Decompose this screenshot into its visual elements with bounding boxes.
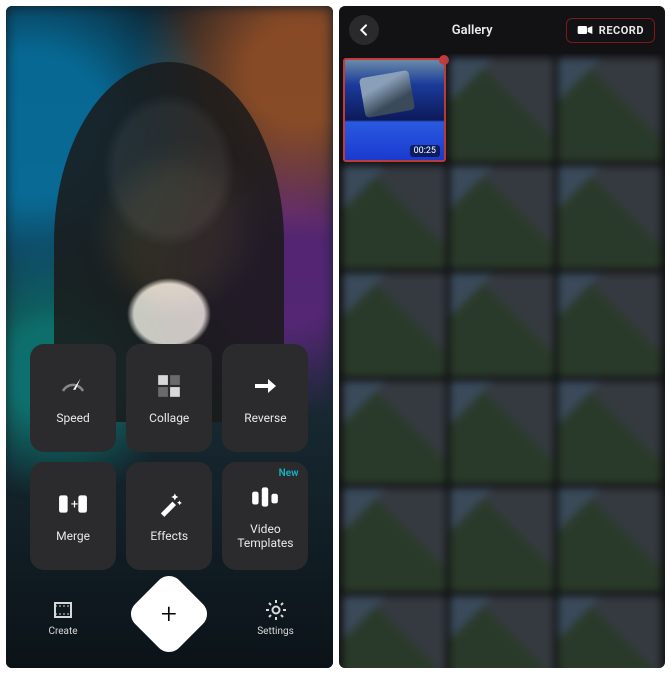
effects-tile[interactable]: Effects [126,462,212,570]
gallery-thumb[interactable] [343,488,447,592]
merge-tile[interactable]: + Merge [30,462,116,570]
speed-tile[interactable]: Speed [30,344,116,452]
add-button[interactable]: + [125,570,213,658]
gallery-thumb-selected[interactable]: 00:25 [343,58,447,162]
gallery-thumb[interactable] [343,273,447,377]
bottom-bar: Create + Settings [6,576,333,668]
bottom-label: Settings [257,626,294,637]
gallery-thumb[interactable] [450,381,554,485]
home-pane: Speed Collage Reverse + Merge [6,6,333,668]
gallery-top-bar: Gallery RECORD [339,6,666,54]
gallery-thumb[interactable] [450,166,554,270]
tile-label: Speed [56,411,89,425]
plus-icon: + [161,600,177,628]
gallery-thumb[interactable] [558,488,662,592]
effects-icon [154,489,184,519]
gallery-thumb[interactable] [558,58,662,162]
merge-icon: + [58,489,88,519]
gallery-thumb[interactable] [450,596,554,669]
speed-icon [58,371,88,401]
gallery-thumb[interactable] [450,273,554,377]
tile-label: Effects [150,529,188,543]
gallery-title: Gallery [379,23,566,38]
settings-button[interactable]: Settings [249,598,303,637]
gallery-grid: 00:25 [339,54,666,668]
feature-tiles: Speed Collage Reverse + Merge [30,344,309,570]
selection-indicator [439,55,449,65]
record-label: RECORD [599,24,644,37]
tile-label: Reverse [244,411,286,425]
gallery-thumb[interactable] [558,596,662,669]
gallery-thumb[interactable] [558,381,662,485]
new-badge: New [279,468,299,479]
reverse-tile[interactable]: Reverse [222,344,308,452]
video-templates-tile[interactable]: New Video Templates [222,462,308,570]
create-button[interactable]: Create [36,598,90,637]
reverse-icon [250,371,280,401]
gallery-thumb[interactable] [450,58,554,162]
tile-label: Collage [149,411,189,425]
bottom-label: Create [48,626,77,637]
svg-text:+: + [71,497,78,512]
templates-icon [250,482,280,512]
gallery-thumb[interactable] [343,596,447,669]
chevron-left-icon [356,22,372,38]
gallery-thumb[interactable] [343,166,447,270]
gear-icon [264,598,288,622]
gallery-pane: Gallery RECORD 00:25 [339,6,666,668]
thumb-duration: 00:25 [410,145,440,157]
gallery-thumb[interactable] [558,273,662,377]
gallery-thumb[interactable] [343,381,447,485]
tile-label: Video Templates [222,522,308,551]
gallery-thumb[interactable] [558,166,662,270]
tile-label: Merge [56,529,90,543]
collage-icon [154,371,184,401]
collage-tile[interactable]: Collage [126,344,212,452]
back-button[interactable] [349,15,379,45]
camera-icon [577,24,593,36]
filmstrip-icon [51,598,75,622]
gallery-thumb[interactable] [450,488,554,592]
record-button[interactable]: RECORD [566,18,655,43]
